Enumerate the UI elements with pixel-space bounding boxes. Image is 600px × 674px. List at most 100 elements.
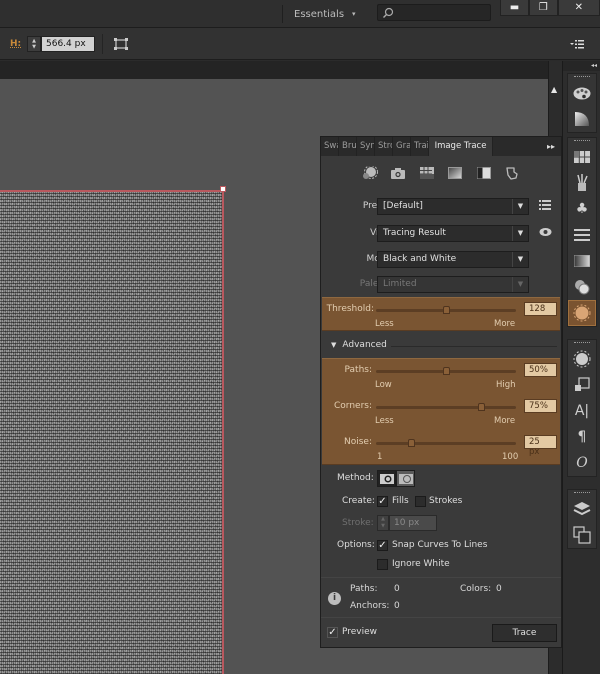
panel-expand-icon[interactable]: ▸▸ [541, 137, 561, 156]
brushes-icon[interactable] [568, 170, 596, 196]
manage-presets-icon[interactable] [539, 200, 551, 210]
fills-label: Fills [392, 496, 409, 506]
transform-icon[interactable] [568, 372, 596, 398]
transparency-icon[interactable] [568, 274, 596, 300]
close-button[interactable]: ✕ [557, 0, 600, 16]
paths-input[interactable]: 50% [524, 363, 557, 377]
black-and-white-icon[interactable] [475, 166, 493, 180]
stroke-stepper: ▲ ▼ [377, 515, 389, 531]
paragraph-icon[interactable]: ¶ [568, 424, 596, 450]
symbols-icon[interactable]: ♣ [568, 196, 596, 222]
preset-icon-row [361, 164, 521, 182]
anchors-stat-value: 0 [394, 601, 400, 611]
tab-transparency[interactable]: Trai [411, 137, 429, 156]
abutting-method-button[interactable] [377, 470, 396, 487]
artboards-icon[interactable] [568, 522, 596, 548]
threshold-input[interactable]: 128 [524, 302, 557, 316]
gradient-swatch-icon[interactable] [568, 106, 596, 132]
fills-checkbox[interactable]: ✓ [377, 496, 388, 507]
paths-stat-value: 0 [394, 584, 400, 594]
restore-button[interactable]: ❐ [528, 0, 558, 16]
eye-icon[interactable] [539, 227, 552, 237]
opentype-icon[interactable]: O [568, 450, 596, 476]
appearance-icon[interactable] [568, 346, 596, 372]
preset-dropdown[interactable]: [Default] ▼ [377, 198, 529, 215]
corners-slider[interactable] [376, 403, 516, 411]
preset-value: [Default] [383, 201, 423, 211]
panel-menu-icon[interactable] [570, 40, 584, 49]
preview-label: Preview [342, 627, 378, 637]
height-input[interactable]: 566.4 px [41, 36, 95, 52]
overlapping-method-button[interactable] [396, 470, 415, 487]
preview-checkbox[interactable]: ✓ [327, 627, 338, 638]
ignore-white-label: Ignore White [392, 559, 450, 569]
corners-max-label: More [494, 416, 516, 426]
slider-handle[interactable] [443, 367, 450, 375]
paths-label: Paths: [344, 365, 373, 375]
ignore-white-checkbox[interactable] [377, 559, 388, 570]
noise-slider[interactable] [376, 439, 516, 447]
tab-symbols[interactable]: Syn [357, 137, 375, 156]
panel-dock: ◂◂ ♣ A| ¶ O [562, 61, 600, 674]
tab-stroke[interactable]: Strc [375, 137, 393, 156]
collapse-dock-button[interactable]: ◂◂ [563, 61, 600, 71]
tab-brushes[interactable]: Bru [339, 137, 357, 156]
overlapping-icon [398, 473, 413, 484]
tab-gradient[interactable]: Gra [393, 137, 411, 156]
search-input[interactable] [377, 4, 491, 21]
create-label: Create: [342, 496, 375, 506]
colors-stat-value: 0 [496, 584, 502, 594]
tab-image-trace[interactable]: Image Trace [429, 137, 493, 156]
corners-input[interactable]: 75% [524, 399, 557, 413]
color-guide-icon[interactable] [568, 80, 596, 106]
chevron-down-icon: ▼ [512, 199, 528, 214]
selected-image-artwork[interactable] [0, 190, 224, 674]
threshold-label: Threshold: [326, 304, 374, 314]
high-color-icon[interactable] [389, 166, 407, 180]
scroll-up-icon[interactable]: ▲ [551, 85, 557, 94]
mode-value: Black and White [383, 254, 457, 264]
image-trace-icon[interactable] [568, 300, 596, 326]
palette-dropdown: Limited ▼ [377, 276, 529, 293]
options-label: Options: [337, 540, 375, 550]
layers-icon[interactable] [568, 496, 596, 522]
snap-curves-label: Snap Curves To Lines [392, 540, 488, 550]
character-icon[interactable]: A| [568, 398, 596, 424]
auto-color-icon[interactable] [361, 166, 379, 180]
view-dropdown[interactable]: Tracing Result ▼ [377, 225, 529, 242]
view-value: Tracing Result [383, 228, 446, 238]
swatches-icon[interactable] [568, 144, 596, 170]
advanced-toggle[interactable]: ▼ Advanced [331, 340, 387, 350]
height-stepper[interactable]: ▲ ▼ [27, 36, 41, 52]
slider-handle[interactable] [443, 306, 450, 314]
mode-dropdown[interactable]: Black and White ▼ [377, 251, 529, 268]
noise-row: Noise: 25 px [322, 435, 560, 457]
paths-stat-label: Paths: [350, 584, 378, 594]
stroke-icon[interactable] [568, 222, 596, 248]
snap-curves-checkbox[interactable]: ✓ [377, 540, 388, 551]
threshold-slider[interactable] [376, 306, 516, 314]
stepper-down-icon[interactable]: ▼ [32, 44, 36, 50]
strokes-checkbox[interactable] [415, 496, 426, 507]
slider-handle[interactable] [478, 403, 485, 411]
paths-min-label: Low [375, 380, 392, 390]
tab-swatches[interactable]: Swa [321, 137, 339, 156]
transform-bounds-icon[interactable] [113, 37, 129, 51]
paths-max-label: High [496, 380, 516, 390]
outline-icon[interactable] [503, 166, 521, 180]
divider [102, 34, 103, 54]
grayscale-icon[interactable] [446, 166, 464, 180]
low-color-icon[interactable] [418, 166, 436, 180]
trace-button[interactable]: Trace [492, 624, 557, 642]
divider [391, 346, 557, 347]
workspace-switcher[interactable]: Essentials ▾ [282, 5, 356, 23]
paths-row: Paths: 50% [322, 363, 560, 379]
noise-input[interactable]: 25 px [524, 435, 557, 457]
minimize-button[interactable]: ▬ [500, 0, 529, 16]
window-controls: ▬ ❐ ✕ [500, 0, 600, 16]
image-trace-panel: Swa Bru Syn Strc Gra Trai Image Trace ▸▸… [320, 136, 562, 648]
slider-handle[interactable] [408, 439, 415, 447]
paths-slider[interactable] [376, 367, 516, 375]
selection-handle[interactable] [220, 186, 226, 192]
gradient-icon[interactable] [568, 248, 596, 274]
